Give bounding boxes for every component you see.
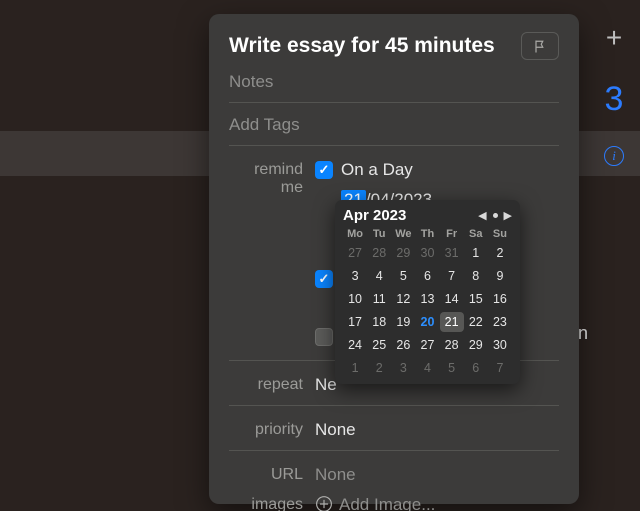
calendar-day[interactable]: 14 [440,289,464,309]
calendar-day[interactable]: 3 [391,358,415,378]
calendar-day[interactable]: 30 [415,243,439,263]
calendar-day[interactable]: 28 [440,335,464,355]
next-month-button[interactable]: ▶ [504,209,512,222]
info-icon[interactable]: i [604,146,624,166]
separator [229,145,559,146]
calendar-day[interactable]: 6 [415,266,439,286]
priority-label: priority [229,420,315,439]
priority-value[interactable]: None [315,420,559,440]
plus-icon[interactable]: + [606,24,622,52]
add-circle-icon [315,495,333,511]
repeat-label: repeat [229,375,315,394]
images-label: images [229,495,315,511]
calendar-day[interactable]: 29 [464,335,488,355]
flag-icon [533,39,548,54]
on-a-day-checkbox[interactable] [315,161,333,179]
notes-field[interactable]: Notes [229,72,559,92]
url-label: URL [229,465,315,484]
calendar-day[interactable]: 26 [391,335,415,355]
calendar-weekday: Fr [440,228,464,240]
calendar-day[interactable]: 20 [415,312,439,332]
at-a-time-checkbox[interactable] [315,270,333,288]
url-row: URL None [229,465,559,485]
flag-button[interactable] [521,32,559,60]
calendar-day[interactable]: 27 [343,243,367,263]
priority-row: priority None [229,420,559,440]
calendar-weekday: We [391,228,415,240]
tags-field[interactable]: Add Tags [229,115,559,135]
prev-month-button[interactable]: ◀ [478,209,486,222]
calendar-day[interactable]: 10 [343,289,367,309]
calendar-day[interactable]: 25 [367,335,391,355]
calendar-day[interactable]: 12 [391,289,415,309]
calendar-day[interactable]: 11 [367,289,391,309]
calendar-day[interactable]: 18 [367,312,391,332]
calendar-day[interactable]: 9 [488,266,512,286]
calendar-day[interactable]: 3 [343,266,367,286]
calendar-day[interactable]: 28 [367,243,391,263]
calendar-day[interactable]: 7 [488,358,512,378]
reminder-title[interactable]: Write essay for 45 minutes [229,34,511,58]
calendar-day[interactable]: 19 [391,312,415,332]
calendar-day[interactable]: 4 [367,266,391,286]
separator [229,102,559,103]
calendar-day[interactable]: 17 [343,312,367,332]
today-button[interactable] [493,213,498,218]
on-a-day-label: On a Day [341,160,413,180]
calendar-weekday: Th [415,228,439,240]
images-row: images Add Image... [229,495,559,511]
calendar-day[interactable]: 15 [464,289,488,309]
calendar-day[interactable]: 8 [464,266,488,286]
date-picker-popover: Apr 2023 ◀ ▶ MoTuWeThFrSaSu2728293031123… [335,200,520,384]
calendar-day[interactable]: 5 [391,266,415,286]
count-badge: 3 [605,82,624,116]
calendar-day[interactable]: 1 [464,243,488,263]
separator [229,450,559,451]
calendar-day[interactable]: 22 [464,312,488,332]
calendar-day[interactable]: 27 [415,335,439,355]
calendar-day[interactable]: 29 [391,243,415,263]
calendar-day[interactable]: 23 [488,312,512,332]
calendar-day[interactable]: 31 [440,243,464,263]
calendar-day[interactable]: 6 [464,358,488,378]
url-value[interactable]: None [315,465,559,485]
calendar-day[interactable]: 2 [367,358,391,378]
remind-me-label: remind me [229,160,315,197]
calendar-day[interactable]: 13 [415,289,439,309]
add-image-button[interactable]: Add Image... [315,495,559,511]
calendar-weekday: Mo [343,228,367,240]
calendar-month-label: Apr 2023 [343,207,406,224]
calendar-day[interactable]: 1 [343,358,367,378]
calendar-grid: MoTuWeThFrSaSu27282930311234567891011121… [343,228,512,378]
calendar-day[interactable]: 21 [440,312,464,332]
calendar-weekday: Su [488,228,512,240]
separator [229,405,559,406]
calendar-day[interactable]: 2 [488,243,512,263]
calendar-day[interactable]: 5 [440,358,464,378]
calendar-day[interactable]: 4 [415,358,439,378]
calendar-day[interactable]: 7 [440,266,464,286]
calendar-day[interactable]: 16 [488,289,512,309]
calendar-weekday: Tu [367,228,391,240]
location-checkbox[interactable] [315,328,333,346]
calendar-day[interactable]: 30 [488,335,512,355]
calendar-day[interactable]: 24 [343,335,367,355]
right-gutter: + 3 i [604,24,624,166]
calendar-weekday: Sa [464,228,488,240]
